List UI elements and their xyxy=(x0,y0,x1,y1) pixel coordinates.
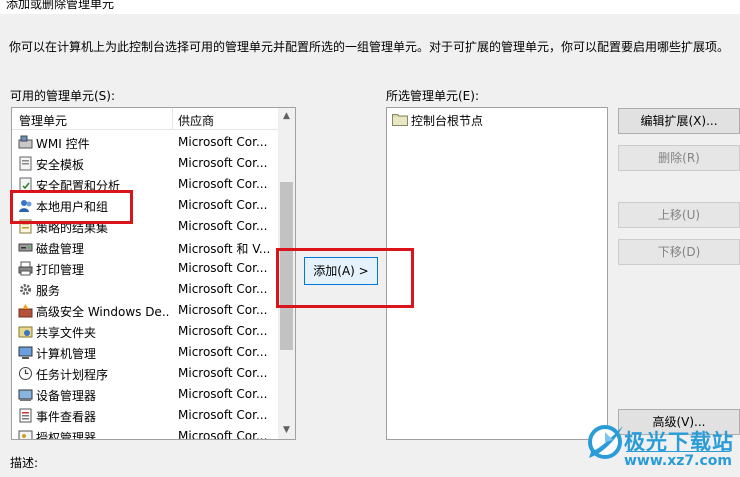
device-manager-icon xyxy=(18,389,33,401)
snapin-row[interactable]: 服务 Microsoft Cor... xyxy=(12,279,278,300)
snapin-row[interactable]: 任务计划程序 Microsoft Cor... xyxy=(12,363,278,384)
edit-extensions-button[interactable]: 编辑扩展(X)... xyxy=(618,108,740,134)
snapin-name: 设备管理器 xyxy=(36,389,97,403)
highlight-add-button xyxy=(276,248,414,308)
snapin-row[interactable]: 计算机管理 Microsoft Cor... xyxy=(12,342,278,363)
snapin-rows: WMI 控件 Microsoft Cor... 安全模板 Microsoft Cor.… xyxy=(12,132,278,440)
services-gear-icon xyxy=(20,284,31,295)
print-management-icon xyxy=(18,261,33,276)
snapin-row[interactable]: 高级安全 Windows De... Microsoft Cor... xyxy=(12,300,278,321)
snapin-vendor: Microsoft Cor... xyxy=(178,366,268,380)
shared-folders-icon xyxy=(18,326,33,338)
authorization-manager-icon xyxy=(18,430,33,439)
snapin-name: 共享文件夹 xyxy=(36,326,97,340)
column-header-vendor[interactable]: 供应商 xyxy=(178,112,214,129)
snapin-vendor: Microsoft Cor... xyxy=(178,324,268,338)
watermark-url: www.xz7.com xyxy=(624,453,732,469)
snapin-name: WMI 控件 xyxy=(36,137,90,151)
snapin-vendor: Microsoft Cor... xyxy=(178,156,268,170)
dialog-description: 你可以在计算机上为此控制台选择可用的管理单元并配置所选的一组管理单元。对于可扩展… xyxy=(9,40,730,54)
snapin-name: 高级安全 Windows De... xyxy=(36,305,170,319)
snapin-vendor: Microsoft 和 V... xyxy=(178,242,271,256)
snapin-name: 安全模板 xyxy=(36,158,85,172)
snapin-row[interactable]: 磁盘管理 Microsoft 和 V... xyxy=(12,237,278,258)
snapin-vendor: Microsoft Cor... xyxy=(178,177,268,191)
highlight-local-users xyxy=(10,190,133,224)
disk-management-icon xyxy=(18,243,33,252)
selected-snapins-tree[interactable]: 控制台根节点 xyxy=(386,107,608,440)
snapin-name: 服务 xyxy=(36,284,61,298)
dialog-title: 添加或删除管理单元 xyxy=(6,0,115,11)
watermark-logo-icon xyxy=(588,425,623,459)
scroll-up-arrow-icon[interactable]: ▲ xyxy=(278,108,295,125)
console-root-label: 控制台根节点 xyxy=(411,114,484,128)
folder-icon xyxy=(392,114,408,126)
snapin-vendor: Microsoft Cor... xyxy=(178,135,268,149)
snapin-vendor: Microsoft Cor... xyxy=(178,429,268,440)
selected-snapins-label: 所选管理单元(E): xyxy=(386,89,479,103)
security-templates-icon xyxy=(19,156,32,171)
snapin-name: 打印管理 xyxy=(36,263,85,277)
snapin-vendor: Microsoft Cor... xyxy=(178,408,268,422)
wmi-control-icon xyxy=(18,135,33,149)
snapin-vendor: Microsoft Cor... xyxy=(178,303,268,317)
snapin-row[interactable]: 共享文件夹 Microsoft Cor... xyxy=(12,321,278,342)
snapin-name: 磁盘管理 xyxy=(36,242,85,256)
available-snapins-label: 可用的管理单元(S): xyxy=(10,89,116,103)
list-header: 管理单元 供应商 xyxy=(12,108,278,130)
snapin-vendor: Microsoft Cor... xyxy=(178,282,268,296)
description-label: 描述: xyxy=(10,456,39,470)
snapin-vendor: Microsoft Cor... xyxy=(178,219,268,233)
event-viewer-icon xyxy=(19,408,32,423)
snapin-name: 任务计划程序 xyxy=(36,368,109,382)
snapin-row[interactable]: 授权管理器 Microsoft Cor... xyxy=(12,426,278,440)
snapin-name: 事件查看器 xyxy=(36,410,97,424)
snapin-vendor: Microsoft Cor... xyxy=(178,198,268,212)
remove-button[interactable]: 删除(R) xyxy=(618,145,740,171)
move-up-button[interactable]: 上移(U) xyxy=(618,202,740,228)
scroll-down-arrow-icon[interactable]: ▼ xyxy=(278,422,295,439)
snapin-name: 计算机管理 xyxy=(36,347,97,361)
snapin-vendor: Microsoft Cor... xyxy=(178,387,268,401)
snapin-row[interactable]: 设备管理器 Microsoft Cor... xyxy=(12,384,278,405)
snapin-row[interactable]: WMI 控件 Microsoft Cor... xyxy=(12,132,278,153)
move-down-button[interactable]: 下移(D) xyxy=(618,239,740,265)
snapin-vendor: Microsoft Cor... xyxy=(178,345,268,359)
firewall-icon xyxy=(18,304,33,318)
snapin-vendor: Microsoft Cor... xyxy=(178,261,268,275)
watermark-underline xyxy=(626,451,730,452)
snapin-row[interactable]: 事件查看器 Microsoft Cor... xyxy=(12,405,278,426)
snapin-row[interactable]: 安全模板 Microsoft Cor... xyxy=(12,153,278,174)
column-divider[interactable] xyxy=(172,108,173,130)
available-snapins-list[interactable]: 管理单元 供应商 WMI 控件 Microsoft Cor... 安全模板 Micro… xyxy=(11,107,296,440)
dialog-title-bar: 添加或删除管理单元 xyxy=(0,0,740,14)
snapin-name: 授权管理器 xyxy=(36,431,97,440)
task-scheduler-icon xyxy=(19,367,32,380)
column-header-snapin[interactable]: 管理单元 xyxy=(19,112,67,129)
computer-management-icon xyxy=(18,346,33,359)
snapin-row[interactable]: 打印管理 Microsoft Cor... xyxy=(12,258,278,279)
